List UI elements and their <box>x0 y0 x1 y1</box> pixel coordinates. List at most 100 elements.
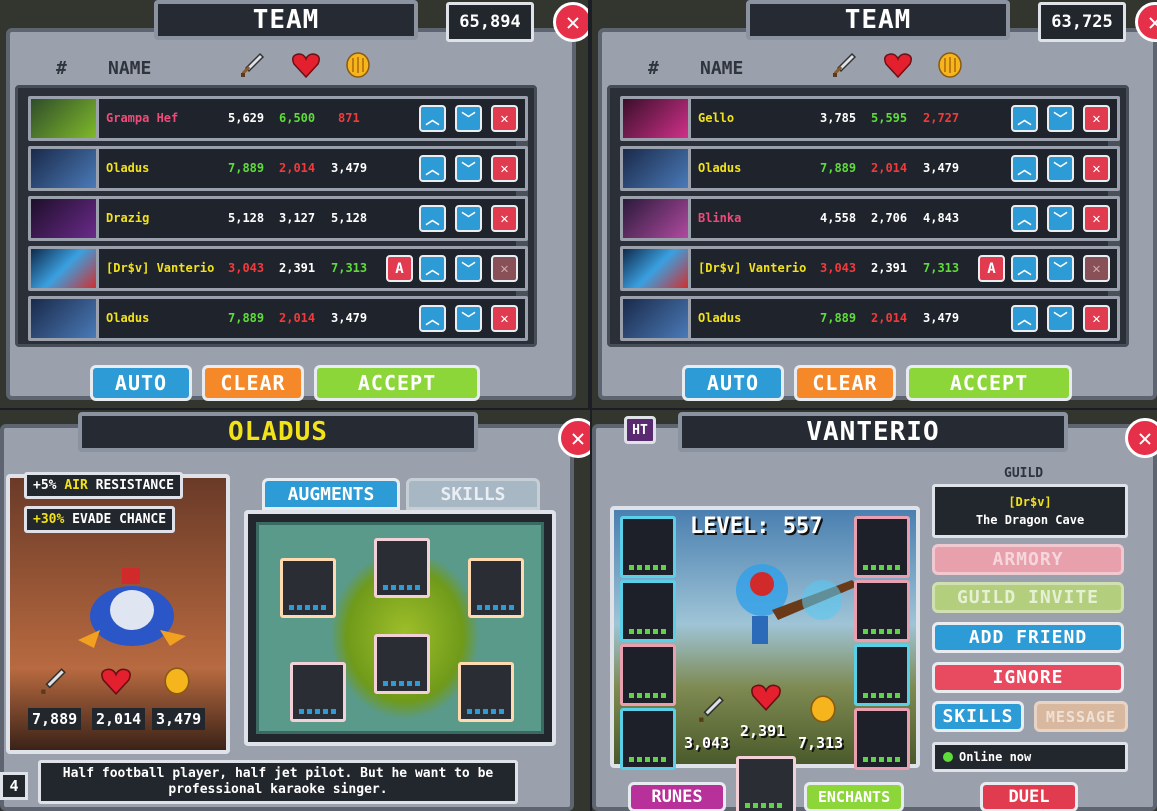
remove-button[interactable]: ✕ <box>491 155 518 182</box>
bonus-value: +30% <box>33 512 65 527</box>
ignore-button[interactable]: IGNORE <box>932 662 1124 693</box>
row-name: [Dr$v] Vanterio <box>106 261 215 275</box>
status-text: Online now <box>959 750 1032 764</box>
row-attack: 5,629 <box>228 111 265 125</box>
row-gold: 7,313 <box>331 261 368 275</box>
captain-button[interactable]: A <box>386 255 413 282</box>
augment-slot[interactable] <box>290 662 346 722</box>
table-row[interactable]: Oladus 7,889 2,014 3,479 ︿ ﹀ ✕ <box>28 146 528 191</box>
move-up-button[interactable]: ︿ <box>419 305 446 332</box>
remove-button[interactable]: ✕ <box>491 105 518 132</box>
enchants-button[interactable]: ENCHANTS <box>804 782 904 811</box>
row-attack: 7,889 <box>820 161 857 175</box>
page-title: VANTERIO <box>678 412 1068 452</box>
table-row[interactable]: Blinka 4,558 2,706 4,843 ︿ ﹀ ✕ <box>620 196 1120 241</box>
captain-button[interactable]: A <box>978 255 1005 282</box>
equipment-slot[interactable] <box>854 580 910 642</box>
move-up-button[interactable]: ︿ <box>1011 155 1038 182</box>
auto-button[interactable]: AUTO <box>90 365 192 401</box>
avatar <box>31 249 99 288</box>
col-name: NAME <box>700 57 744 79</box>
row-gold: 7,313 <box>923 261 960 275</box>
remove-button[interactable]: ✕ <box>1083 105 1110 132</box>
move-up-button[interactable]: ︿ <box>419 105 446 132</box>
table-row[interactable]: Grampa Hef 5,629 6,500 871 ︿ ﹀ ✕ <box>28 96 528 141</box>
skills-button[interactable]: SKILLS <box>932 701 1024 732</box>
move-down-button[interactable]: ﹀ <box>1047 255 1074 282</box>
equipment-slot[interactable] <box>854 708 910 770</box>
guild-invite-button[interactable]: GUILD INVITE <box>932 582 1124 613</box>
remove-button[interactable]: ✕ <box>491 255 518 282</box>
table-row[interactable]: [Dr$v] Vanterio 3,043 2,391 7,313 A ︿ ﹀ … <box>620 246 1120 291</box>
move-up-button[interactable]: ︿ <box>419 205 446 232</box>
slot-level <box>863 693 903 698</box>
auto-button[interactable]: AUTO <box>682 365 784 401</box>
equipment-slot[interactable] <box>620 708 676 770</box>
equipment-slot[interactable] <box>854 516 910 578</box>
tab-skills[interactable]: SKILLS <box>406 478 540 510</box>
coin-icon <box>344 51 372 84</box>
move-down-button[interactable]: ﹀ <box>1047 305 1074 332</box>
augment-slot[interactable] <box>458 662 514 722</box>
avatar <box>623 99 691 138</box>
close-icon[interactable]: ✕ <box>558 418 590 458</box>
row-health: 2,014 <box>871 311 908 325</box>
message-button[interactable]: MESSAGE <box>1034 701 1128 732</box>
move-up-button[interactable]: ︿ <box>419 155 446 182</box>
row-name: Oladus <box>106 311 150 325</box>
clear-button[interactable]: CLEAR <box>202 365 304 401</box>
featured-item-slot[interactable] <box>736 756 796 811</box>
equipment-slot[interactable] <box>620 644 676 706</box>
augment-slot[interactable] <box>280 558 336 618</box>
equipment-slot[interactable] <box>620 516 676 578</box>
accept-button[interactable]: ACCEPT <box>314 365 480 401</box>
table-row[interactable]: [Dr$v] Vanterio 3,043 2,391 7,313 A ︿ ﹀ … <box>28 246 528 291</box>
runes-button[interactable]: RUNES <box>628 782 726 811</box>
clear-button[interactable]: CLEAR <box>794 365 896 401</box>
table-row[interactable]: Oladus 7,889 2,014 3,479 ︿ ﹀ ✕ <box>28 296 528 341</box>
equipment-slot[interactable] <box>620 580 676 642</box>
tab-augments[interactable]: AUGMENTS <box>262 478 400 510</box>
remove-button[interactable]: ✕ <box>1083 205 1110 232</box>
augment-slot[interactable] <box>374 538 430 598</box>
avatar <box>31 149 99 188</box>
slot-level <box>299 709 339 714</box>
move-down-button[interactable]: ﹀ <box>455 205 482 232</box>
row-name: Oladus <box>698 161 742 175</box>
remove-button[interactable]: ✕ <box>491 205 518 232</box>
table-row[interactable]: Oladus 7,889 2,014 3,479 ︿ ﹀ ✕ <box>620 146 1120 191</box>
remove-button[interactable]: ✕ <box>1083 255 1110 282</box>
remove-button[interactable]: ✕ <box>1083 155 1110 182</box>
table-row[interactable]: Gello 3,785 5,595 2,727 ︿ ﹀ ✕ <box>620 96 1120 141</box>
armory-button[interactable]: ARMORY <box>932 544 1124 575</box>
accept-button[interactable]: ACCEPT <box>906 365 1072 401</box>
close-icon[interactable]: ✕ <box>1125 418 1157 458</box>
table-row[interactable]: Oladus 7,889 2,014 3,479 ︿ ﹀ ✕ <box>620 296 1120 341</box>
online-dot-icon <box>943 752 953 762</box>
move-up-button[interactable]: ︿ <box>1011 255 1038 282</box>
remove-button[interactable]: ✕ <box>1083 305 1110 332</box>
add-friend-button[interactable]: ADD FRIEND <box>932 622 1124 653</box>
row-name: Gello <box>698 111 735 125</box>
move-down-button[interactable]: ﹀ <box>1047 205 1074 232</box>
equipment-slot[interactable] <box>854 644 910 706</box>
remove-button[interactable]: ✕ <box>491 305 518 332</box>
move-down-button[interactable]: ﹀ <box>1047 105 1074 132</box>
duel-button[interactable]: DUEL <box>980 782 1078 811</box>
move-down-button[interactable]: ﹀ <box>455 155 482 182</box>
move-up-button[interactable]: ︿ <box>1011 205 1038 232</box>
move-up-button[interactable]: ︿ <box>1011 105 1038 132</box>
augment-slot[interactable] <box>374 634 430 694</box>
close-icon[interactable]: ✕ <box>553 2 588 42</box>
move-up-button[interactable]: ︿ <box>1011 305 1038 332</box>
augment-slot[interactable] <box>468 558 524 618</box>
table-row[interactable]: Drazig 5,128 3,127 5,128 ︿ ﹀ ✕ <box>28 196 528 241</box>
guild-tag: [Dr$v] <box>1008 495 1052 509</box>
move-down-button[interactable]: ﹀ <box>1047 155 1074 182</box>
move-down-button[interactable]: ﹀ <box>455 105 482 132</box>
row-gold: 3,479 <box>331 161 368 175</box>
player-attack: 3,043 <box>684 734 730 752</box>
move-down-button[interactable]: ﹀ <box>455 255 482 282</box>
move-down-button[interactable]: ﹀ <box>455 305 482 332</box>
move-up-button[interactable]: ︿ <box>419 255 446 282</box>
